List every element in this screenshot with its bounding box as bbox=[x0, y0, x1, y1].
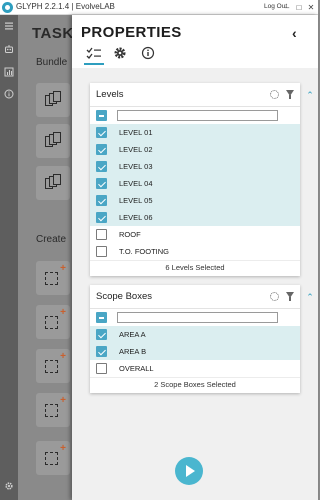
tab-settings[interactable] bbox=[110, 45, 130, 65]
bundle-label: Bundle bbox=[36, 57, 68, 68]
scope-boxes-list: AREA A AREA B OVERALL bbox=[90, 326, 300, 377]
item-checkbox[interactable] bbox=[96, 329, 107, 340]
item-label: OVERALL bbox=[119, 364, 154, 373]
list-item[interactable]: OVERALL bbox=[90, 360, 300, 377]
scope-boxes-selected-count: 2 Scope Boxes Selected bbox=[90, 377, 300, 393]
item-checkbox[interactable] bbox=[96, 212, 107, 223]
scope-boxes-card: Scope Boxes AREA A AREA B OVERALL 2 Scope … bbox=[90, 285, 300, 393]
panel-body: ⌃ ⌃ Levels LEVEL 01 LEVEL 02 LEVEL 03 LEVEL… bbox=[72, 68, 318, 500]
filter-icon[interactable] bbox=[286, 292, 294, 301]
create-tile[interactable]: + bbox=[36, 441, 70, 475]
maximize-icon[interactable]: □ bbox=[294, 0, 304, 15]
levels-list: LEVEL 01 LEVEL 02 LEVEL 03 LEVEL 04 LEVEL 05… bbox=[90, 124, 300, 260]
menu-icon[interactable] bbox=[4, 21, 14, 31]
select-all-checkbox[interactable] bbox=[96, 110, 107, 121]
create-tile[interactable]: + bbox=[36, 305, 70, 339]
chart-icon[interactable] bbox=[4, 67, 14, 77]
item-label: LEVEL 04 bbox=[119, 179, 153, 188]
chevron-up-icon[interactable]: ⌃ bbox=[305, 90, 315, 100]
properties-panel: PROPERTIES ‹ ⌃ ⌃ Levels LEVEL 01 LEVEL 0… bbox=[72, 15, 318, 500]
scope-boxes-card-header: Scope Boxes bbox=[90, 285, 300, 309]
bundle-tile[interactable] bbox=[36, 124, 70, 158]
minimize-icon[interactable]: – bbox=[282, 0, 292, 15]
item-checkbox[interactable] bbox=[96, 195, 107, 206]
checklist-icon bbox=[86, 47, 101, 59]
list-item[interactable]: AREA A bbox=[90, 326, 300, 343]
title-bar: GLYPH 2.2.1.4 | EvolveLAB Log Out – □ ✕ bbox=[0, 0, 318, 15]
chevron-up-icon[interactable]: ⌃ bbox=[305, 292, 315, 302]
create-tile[interactable]: + bbox=[36, 393, 70, 427]
list-item[interactable]: AREA B bbox=[90, 343, 300, 360]
filter-icon[interactable] bbox=[286, 90, 294, 99]
list-item[interactable]: LEVEL 02 bbox=[90, 141, 300, 158]
robot-icon[interactable] bbox=[4, 44, 14, 54]
item-label: LEVEL 03 bbox=[119, 162, 153, 171]
item-label: ROOF bbox=[119, 230, 141, 239]
levels-title: Levels bbox=[96, 89, 124, 100]
item-label: LEVEL 05 bbox=[119, 196, 153, 205]
bundle-tile[interactable] bbox=[36, 83, 70, 117]
list-item[interactable]: LEVEL 01 bbox=[90, 124, 300, 141]
chevron-left-icon[interactable]: ‹ bbox=[292, 25, 297, 41]
panel-header: PROPERTIES ‹ bbox=[72, 15, 318, 67]
levels-search-input[interactable] bbox=[117, 110, 278, 121]
tab-info[interactable] bbox=[138, 45, 158, 65]
run-play-button[interactable] bbox=[175, 457, 203, 485]
create-label: Create bbox=[36, 234, 67, 245]
item-label: LEVEL 06 bbox=[119, 213, 153, 222]
left-rail bbox=[0, 15, 18, 500]
item-checkbox[interactable] bbox=[96, 229, 107, 240]
list-item[interactable]: T.O. FOOTING bbox=[90, 243, 300, 260]
panel-title: PROPERTIES bbox=[81, 24, 182, 41]
scope-boxes-title: Scope Boxes bbox=[96, 291, 152, 302]
bundle-tile[interactable] bbox=[36, 166, 70, 200]
item-checkbox[interactable] bbox=[96, 363, 107, 374]
create-tile[interactable]: + bbox=[36, 349, 70, 383]
list-item[interactable]: LEVEL 06 bbox=[90, 209, 300, 226]
scope-boxes-search-row bbox=[90, 309, 300, 326]
gear-icon bbox=[114, 47, 126, 59]
item-label: LEVEL 01 bbox=[119, 128, 153, 137]
app-title: GLYPH 2.2.1.4 | EvolveLAB bbox=[16, 2, 115, 11]
refresh-icon[interactable] bbox=[270, 90, 279, 99]
item-checkbox[interactable] bbox=[96, 127, 107, 138]
refresh-icon[interactable] bbox=[270, 292, 279, 301]
levels-selected-count: 6 Levels Selected bbox=[90, 260, 300, 276]
item-checkbox[interactable] bbox=[96, 346, 107, 357]
item-checkbox[interactable] bbox=[96, 144, 107, 155]
item-checkbox[interactable] bbox=[96, 246, 107, 257]
select-all-checkbox[interactable] bbox=[96, 312, 107, 323]
item-label: AREA A bbox=[119, 330, 146, 339]
item-label: LEVEL 02 bbox=[119, 145, 153, 154]
item-label: AREA B bbox=[119, 347, 147, 356]
levels-card-header: Levels bbox=[90, 83, 300, 107]
levels-card: Levels LEVEL 01 LEVEL 02 LEVEL 03 LEVEL 04 L… bbox=[90, 83, 300, 276]
create-tile[interactable]: + bbox=[36, 261, 70, 295]
scope-boxes-search-input[interactable] bbox=[117, 312, 278, 323]
app-logo-icon bbox=[2, 2, 13, 13]
item-label: T.O. FOOTING bbox=[119, 247, 169, 256]
tab-checklist[interactable] bbox=[84, 45, 104, 65]
item-checkbox[interactable] bbox=[96, 178, 107, 189]
close-window-icon[interactable]: ✕ bbox=[306, 0, 316, 15]
list-item[interactable]: LEVEL 05 bbox=[90, 192, 300, 209]
info-icon bbox=[141, 46, 155, 60]
list-item[interactable]: LEVEL 04 bbox=[90, 175, 300, 192]
levels-search-row bbox=[90, 107, 300, 124]
list-item[interactable]: ROOF bbox=[90, 226, 300, 243]
list-item[interactable]: LEVEL 03 bbox=[90, 158, 300, 175]
info-icon[interactable] bbox=[4, 89, 14, 99]
gear-icon[interactable] bbox=[4, 481, 14, 491]
item-checkbox[interactable] bbox=[96, 161, 107, 172]
